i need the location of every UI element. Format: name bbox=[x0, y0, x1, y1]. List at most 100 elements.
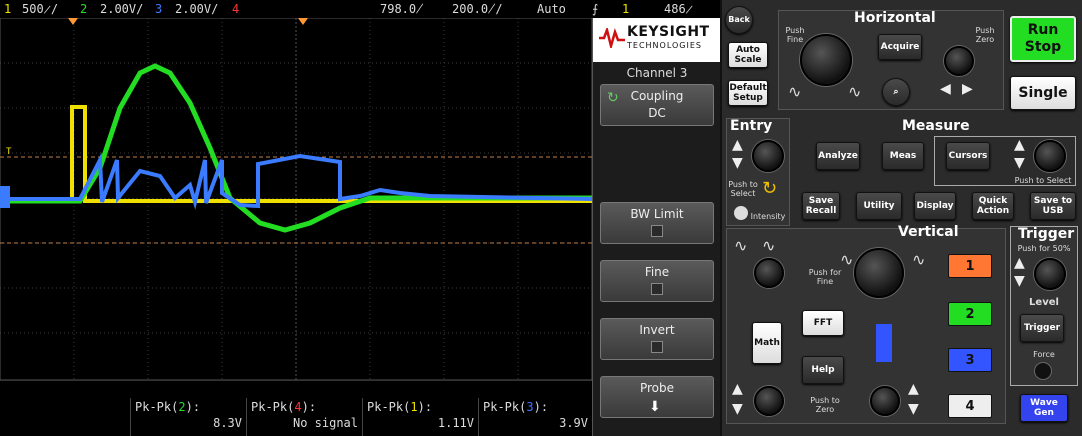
meas-button[interactable]: Meas bbox=[882, 142, 924, 170]
acquire-button[interactable]: Acquire bbox=[878, 34, 922, 60]
keysight-logo: KEYSIGHT TECHNOLOGIES bbox=[593, 18, 721, 62]
zoom-search-button[interactable]: ⌕ bbox=[882, 78, 910, 106]
right-arrow-icon[interactable]: ▶ bbox=[962, 82, 973, 96]
offset-up-arrow-icon[interactable]: ▲ bbox=[908, 382, 919, 396]
zoom-icon: ⌕ bbox=[893, 87, 899, 97]
force-trigger-button[interactable] bbox=[1034, 362, 1052, 380]
horizontal-position-knob[interactable] bbox=[944, 46, 974, 76]
entry-knob[interactable] bbox=[752, 140, 784, 172]
push-fine-label: Push Fine bbox=[785, 26, 805, 44]
softkey-bw-limit[interactable]: BW Limit bbox=[600, 202, 714, 244]
wave-wide-icon: ∿ bbox=[788, 82, 802, 101]
brand-sub: TECHNOLOGIES bbox=[627, 41, 702, 50]
trigger-status: ⨍ 1 486̷ bbox=[592, 0, 720, 18]
entry-down-arrow-icon[interactable]: ▼ bbox=[732, 156, 743, 170]
measurement-value: 8.3V bbox=[213, 416, 242, 430]
trigger-level-readout: 486̷ bbox=[664, 2, 693, 16]
quick-action-button[interactable]: Quick Action bbox=[972, 192, 1014, 220]
ch3-ground-marker bbox=[0, 186, 10, 208]
position-down-arrow-icon[interactable]: ▼ bbox=[732, 402, 743, 416]
ch1-indicator[interactable]: 1 bbox=[4, 0, 11, 18]
cursor-up-arrow-icon[interactable]: ▲ bbox=[1014, 138, 1025, 152]
channel-4-button[interactable]: 4 bbox=[948, 394, 992, 418]
submenu-arrow-icon: ⬇ bbox=[649, 399, 661, 415]
back-button[interactable]: Back bbox=[725, 6, 753, 34]
ch3-scale: 2.00V/ bbox=[175, 2, 219, 16]
run-stop-button[interactable]: Run Stop bbox=[1010, 16, 1076, 62]
delay-readout: 798.0̸ bbox=[380, 2, 424, 16]
vertical-wave-large-icon: ∿ bbox=[762, 236, 776, 255]
softkey-probe[interactable]: Probe ⬇ bbox=[600, 376, 714, 418]
wave-gen-button[interactable]: Wave Gen bbox=[1020, 394, 1068, 422]
measurement-bar: Pk-Pk(2): 8.3V Pk-Pk(4): No signal Pk-Pk… bbox=[0, 398, 592, 436]
help-button[interactable]: Help bbox=[802, 356, 844, 384]
position-up-arrow-icon[interactable]: ▲ bbox=[732, 382, 743, 396]
push-for-fine-label: Push for Fine bbox=[808, 268, 842, 286]
level-up-arrow-icon[interactable]: ▲ bbox=[1014, 256, 1025, 270]
math-button[interactable]: Math bbox=[752, 322, 782, 364]
level-down-arrow-icon[interactable]: ▼ bbox=[1014, 274, 1025, 288]
trigger-mode: Auto bbox=[537, 2, 566, 16]
status-bar: 1 500̷/ 2 2.00V/ 3 2.00V/ 4 798.0̸ 200.0… bbox=[0, 0, 592, 18]
menu-title: Channel 3 bbox=[626, 66, 688, 80]
trigger-title: Trigger bbox=[1018, 226, 1075, 242]
channel-1-button[interactable]: 1 bbox=[948, 254, 992, 278]
measurement-item[interactable]: Pk-Pk(2): 8.3V bbox=[130, 398, 246, 436]
save-recall-button[interactable]: Save Recall bbox=[802, 192, 840, 220]
left-arrow-icon[interactable]: ◀ bbox=[940, 82, 951, 96]
ch4-indicator[interactable]: 4 bbox=[232, 0, 239, 18]
horizontal-scale-knob[interactable] bbox=[800, 34, 852, 86]
analyze-button[interactable]: Analyze bbox=[816, 142, 860, 170]
trigger-marker-T: T bbox=[6, 147, 12, 157]
scope-screen: 1 500̷/ 2 2.00V/ 3 2.00V/ 4 798.0̸ 200.0… bbox=[0, 0, 592, 436]
vertical-scale-knob[interactable] bbox=[854, 248, 904, 298]
channel-2-button[interactable]: 2 bbox=[948, 302, 992, 326]
ch3-indicator[interactable]: 3 bbox=[155, 0, 162, 18]
offset-knob-upper[interactable] bbox=[754, 258, 784, 288]
cursor-push-label: Push to Select bbox=[1014, 176, 1072, 185]
measurement-item[interactable]: Pk-Pk(4): No signal bbox=[246, 398, 362, 436]
softkey-coupling[interactable]: ↻ Coupling DC bbox=[600, 84, 714, 126]
measure-title: Measure bbox=[902, 118, 970, 134]
channel-3-button[interactable]: 3 bbox=[948, 348, 992, 372]
entry-title: Entry bbox=[730, 118, 773, 134]
vscale-wave-left-icon: ∿ bbox=[840, 250, 854, 269]
ch2-scale: 2.00V/ bbox=[100, 2, 144, 16]
intensity-button[interactable] bbox=[734, 206, 748, 220]
utility-button[interactable]: Utility bbox=[856, 192, 902, 220]
single-button[interactable]: Single bbox=[1010, 76, 1076, 110]
entry-up-arrow-icon[interactable]: ▲ bbox=[732, 138, 743, 152]
push-zero-label: Push Zero bbox=[975, 26, 995, 44]
display-button[interactable]: Display bbox=[914, 192, 956, 220]
measurement-item[interactable]: Pk-Pk(3): 3.9V bbox=[478, 398, 592, 436]
keysight-wave-icon bbox=[599, 28, 625, 48]
entry-push-label: Push to Select bbox=[728, 180, 758, 198]
fft-button[interactable]: FFT bbox=[802, 310, 844, 336]
ch2-indicator[interactable]: 2 bbox=[80, 0, 87, 18]
default-setup-button[interactable]: Default Setup bbox=[728, 80, 768, 106]
push-to-zero-label: Push to Zero bbox=[810, 396, 840, 414]
measurement-item[interactable]: Pk-Pk(1): 1.11V bbox=[362, 398, 478, 436]
vertical-offset-knob[interactable] bbox=[870, 386, 900, 416]
softkey-invert[interactable]: Invert bbox=[600, 318, 714, 360]
select-rotate-icon: ↻ bbox=[762, 178, 778, 199]
auto-scale-button[interactable]: Auto Scale bbox=[728, 42, 768, 68]
invert-checkbox bbox=[651, 341, 663, 353]
vertical-position-knob[interactable] bbox=[754, 386, 784, 416]
softkey-fine[interactable]: Fine bbox=[600, 260, 714, 302]
vertical-wave-small-icon: ∿ bbox=[734, 236, 748, 255]
trigger-button[interactable]: Trigger bbox=[1020, 314, 1064, 342]
trigger-position-marker bbox=[68, 18, 78, 25]
vscale-wave-right-icon: ∿ bbox=[912, 250, 926, 269]
measurement-value: 3.9V bbox=[559, 416, 588, 430]
cursor-down-arrow-icon[interactable]: ▼ bbox=[1014, 156, 1025, 170]
measurement-value: 1.11V bbox=[437, 416, 474, 430]
trigger-level-knob[interactable] bbox=[1034, 258, 1066, 290]
cursors-button[interactable]: Cursors bbox=[946, 142, 990, 170]
fine-checkbox bbox=[651, 283, 663, 295]
active-channel-indicator bbox=[876, 324, 892, 362]
save-to-usb-button[interactable]: Save to USB bbox=[1030, 192, 1076, 220]
offset-down-arrow-icon[interactable]: ▼ bbox=[908, 402, 919, 416]
level-label: Level bbox=[1029, 297, 1059, 308]
cursors-knob[interactable] bbox=[1034, 140, 1066, 172]
